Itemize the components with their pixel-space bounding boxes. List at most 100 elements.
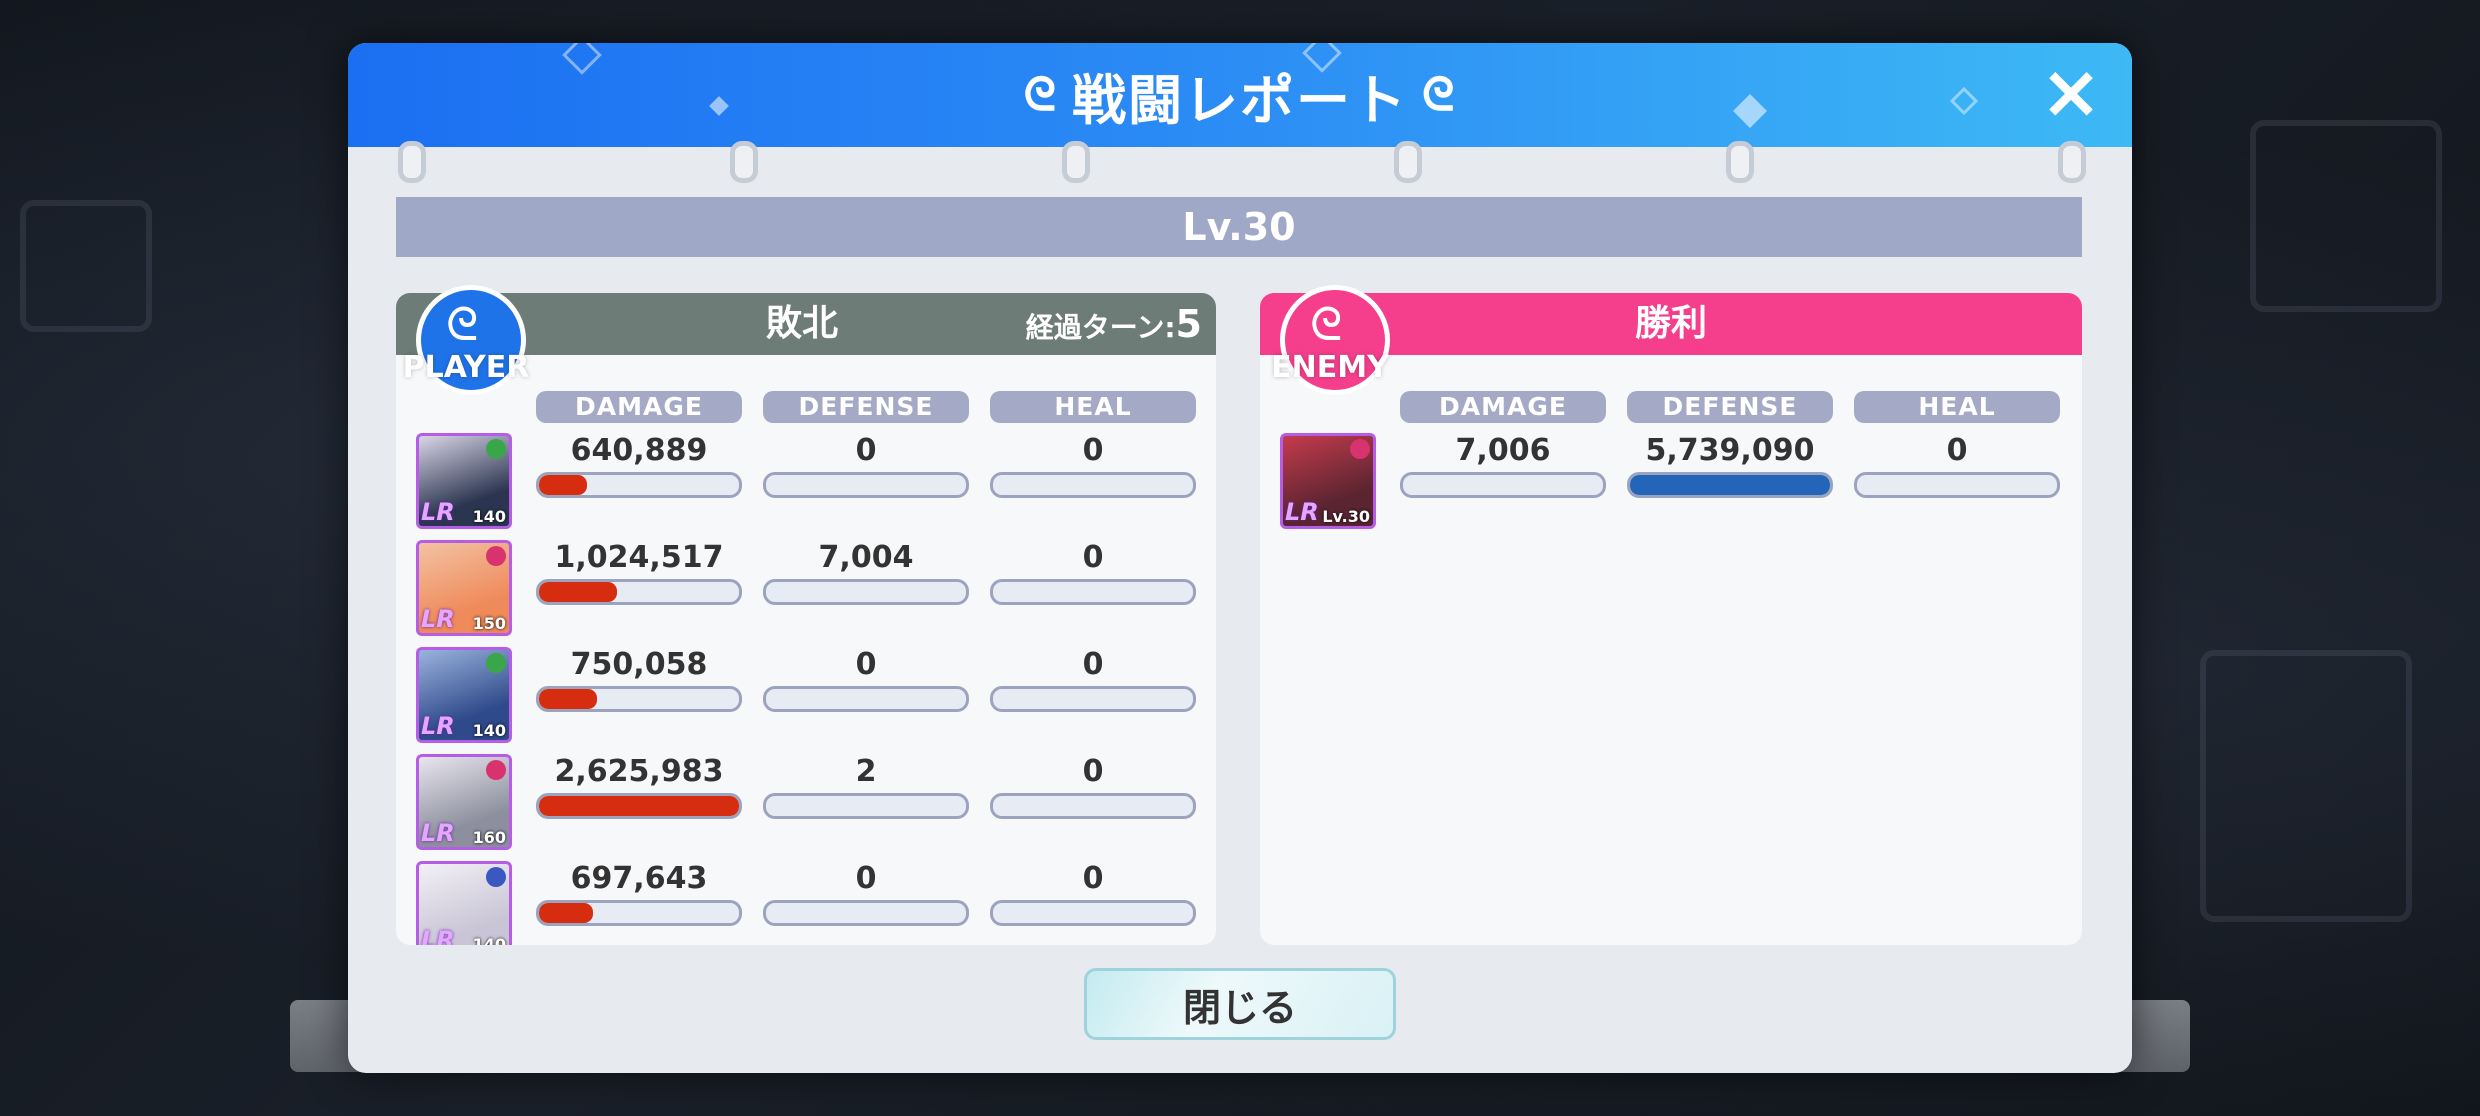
turn-count: 5: [1175, 302, 1202, 346]
defense-stat: 7,004: [763, 540, 969, 610]
damage-bar: [536, 793, 742, 819]
damage-bar-fill: [539, 903, 593, 923]
heal-bar: [990, 686, 1196, 712]
background-decoration: [20, 200, 152, 332]
heal-value: 0: [1946, 433, 1968, 468]
heal-stat: 0: [990, 754, 1196, 824]
damage-bar-fill: [539, 582, 617, 602]
defense-bar: [763, 579, 969, 605]
heal-value: 0: [1082, 433, 1104, 468]
damage-bar-fill: [539, 475, 587, 495]
rarity-label: LR: [421, 926, 455, 945]
attribute-icon: [486, 760, 506, 780]
ring-decoration: [1394, 141, 1422, 183]
defense-stat: 0: [763, 861, 969, 931]
attribute-icon: [1350, 439, 1370, 459]
heal-bar: [990, 472, 1196, 498]
unit-level: 140: [472, 721, 506, 740]
damage-value: 1,024,517: [554, 540, 724, 575]
defense-bar: [763, 472, 969, 498]
dialog-title-text: 戦闘レポート: [1072, 68, 1408, 132]
column-header-heal: HEAL: [990, 391, 1196, 423]
damage-bar-fill: [539, 796, 739, 816]
heal-stat: 0: [1854, 433, 2060, 503]
player-unit-row: LR 140 640,889 0 0: [396, 433, 1216, 533]
defense-value: 0: [855, 647, 877, 682]
ring-decoration: [398, 141, 426, 183]
enemy-badge: ᘓ ENEMY: [1262, 285, 1398, 395]
defense-bar-fill: [1630, 475, 1830, 495]
heal-stat: 0: [990, 433, 1196, 503]
rarity-label: LR: [1285, 498, 1319, 526]
player-unit-portrait[interactable]: LR 150: [416, 540, 512, 636]
player-result: 敗北: [766, 303, 839, 344]
heal-bar: [990, 793, 1196, 819]
damage-stat: 750,058: [536, 647, 742, 717]
defense-bar: [763, 900, 969, 926]
column-header-defense: DEFENSE: [1627, 391, 1833, 423]
damage-bar: [536, 686, 742, 712]
close-icon[interactable]: ×: [2036, 55, 2106, 129]
rarity-label: LR: [421, 498, 455, 526]
player-unit-row: LR 140 697,643 0 0: [396, 861, 1216, 945]
player-unit-portrait[interactable]: LR 140: [416, 861, 512, 945]
enemy-column-headers: DAMAGE DEFENSE HEAL: [1260, 391, 2082, 423]
column-header-damage: DAMAGE: [1400, 391, 1606, 423]
damage-value: 750,058: [570, 647, 708, 682]
player-unit-row: LR 160 2,625,983 2 0: [396, 754, 1216, 854]
damage-value: 697,643: [570, 861, 708, 896]
heal-stat: 0: [990, 861, 1196, 931]
heal-stat: 0: [990, 647, 1196, 717]
player-unit-row: LR 150 1,024,517 7,004 0: [396, 540, 1216, 640]
enemy-unit-portrait[interactable]: LR Lv.30: [1280, 433, 1376, 529]
wing-icon: ᘓ: [1422, 67, 1457, 121]
damage-stat: 7,006: [1400, 433, 1606, 503]
background-decoration: [2250, 120, 2442, 312]
rarity-label: LR: [421, 819, 455, 847]
player-badge: ᘓ PLAYER: [398, 285, 534, 395]
defense-value: 2: [855, 754, 877, 789]
player-unit-portrait[interactable]: LR 160: [416, 754, 512, 850]
damage-bar: [536, 900, 742, 926]
player-unit-portrait[interactable]: LR 140: [416, 433, 512, 529]
ring-decoration: [1726, 141, 1754, 183]
defense-value: 7,004: [818, 540, 914, 575]
damage-stat: 1,024,517: [536, 540, 742, 610]
background-decoration: [2200, 650, 2412, 922]
ring-decoration: [730, 141, 758, 183]
heal-stat: 0: [990, 540, 1196, 610]
damage-stat: 640,889: [536, 433, 742, 503]
defense-stat: 0: [763, 647, 969, 717]
ring-decoration: [2058, 141, 2086, 183]
enemy-badge-label: ENEMY: [1271, 350, 1389, 385]
heal-value: 0: [1082, 861, 1104, 896]
player-badge-label: PLAYER: [402, 350, 530, 385]
damage-stat: 2,625,983: [536, 754, 742, 824]
close-button[interactable]: 閉じる: [1084, 968, 1396, 1040]
defense-value: 5,739,090: [1645, 433, 1815, 468]
heal-bar: [990, 579, 1196, 605]
enemy-unit-row: LR Lv.30 7,006 5,739,090 0: [1260, 433, 2082, 533]
player-unit-portrait[interactable]: LR 140: [416, 647, 512, 743]
damage-value: 2,625,983: [554, 754, 724, 789]
damage-value: 7,006: [1455, 433, 1551, 468]
heal-value: 0: [1082, 754, 1104, 789]
defense-bar: [763, 686, 969, 712]
unit-level: Lv.30: [1322, 507, 1370, 526]
dialog-title: ᘓ 戦闘レポート ᘓ: [348, 43, 2132, 147]
unit-level: 160: [472, 828, 506, 847]
battle-report-dialog: ᘓ 戦闘レポート ᘓ × Lv.30 敗北 経過ターン:5 DAMAGE DEF…: [348, 43, 2132, 1073]
wing-icon: ᘓ: [1310, 297, 1343, 351]
player-column-headers: DAMAGE DEFENSE HEAL: [396, 391, 1216, 423]
rarity-label: LR: [421, 712, 455, 740]
damage-bar: [1400, 472, 1606, 498]
defense-stat: 2: [763, 754, 969, 824]
defense-value: 0: [855, 433, 877, 468]
dialog-header: ᘓ 戦闘レポート ᘓ ×: [348, 43, 2132, 147]
column-header-defense: DEFENSE: [763, 391, 969, 423]
binder-rings: [348, 141, 2132, 183]
damage-bar: [536, 472, 742, 498]
damage-bar-fill: [539, 689, 597, 709]
turn-label: 経過ターン:: [1025, 311, 1176, 344]
unit-level: 150: [472, 614, 506, 633]
